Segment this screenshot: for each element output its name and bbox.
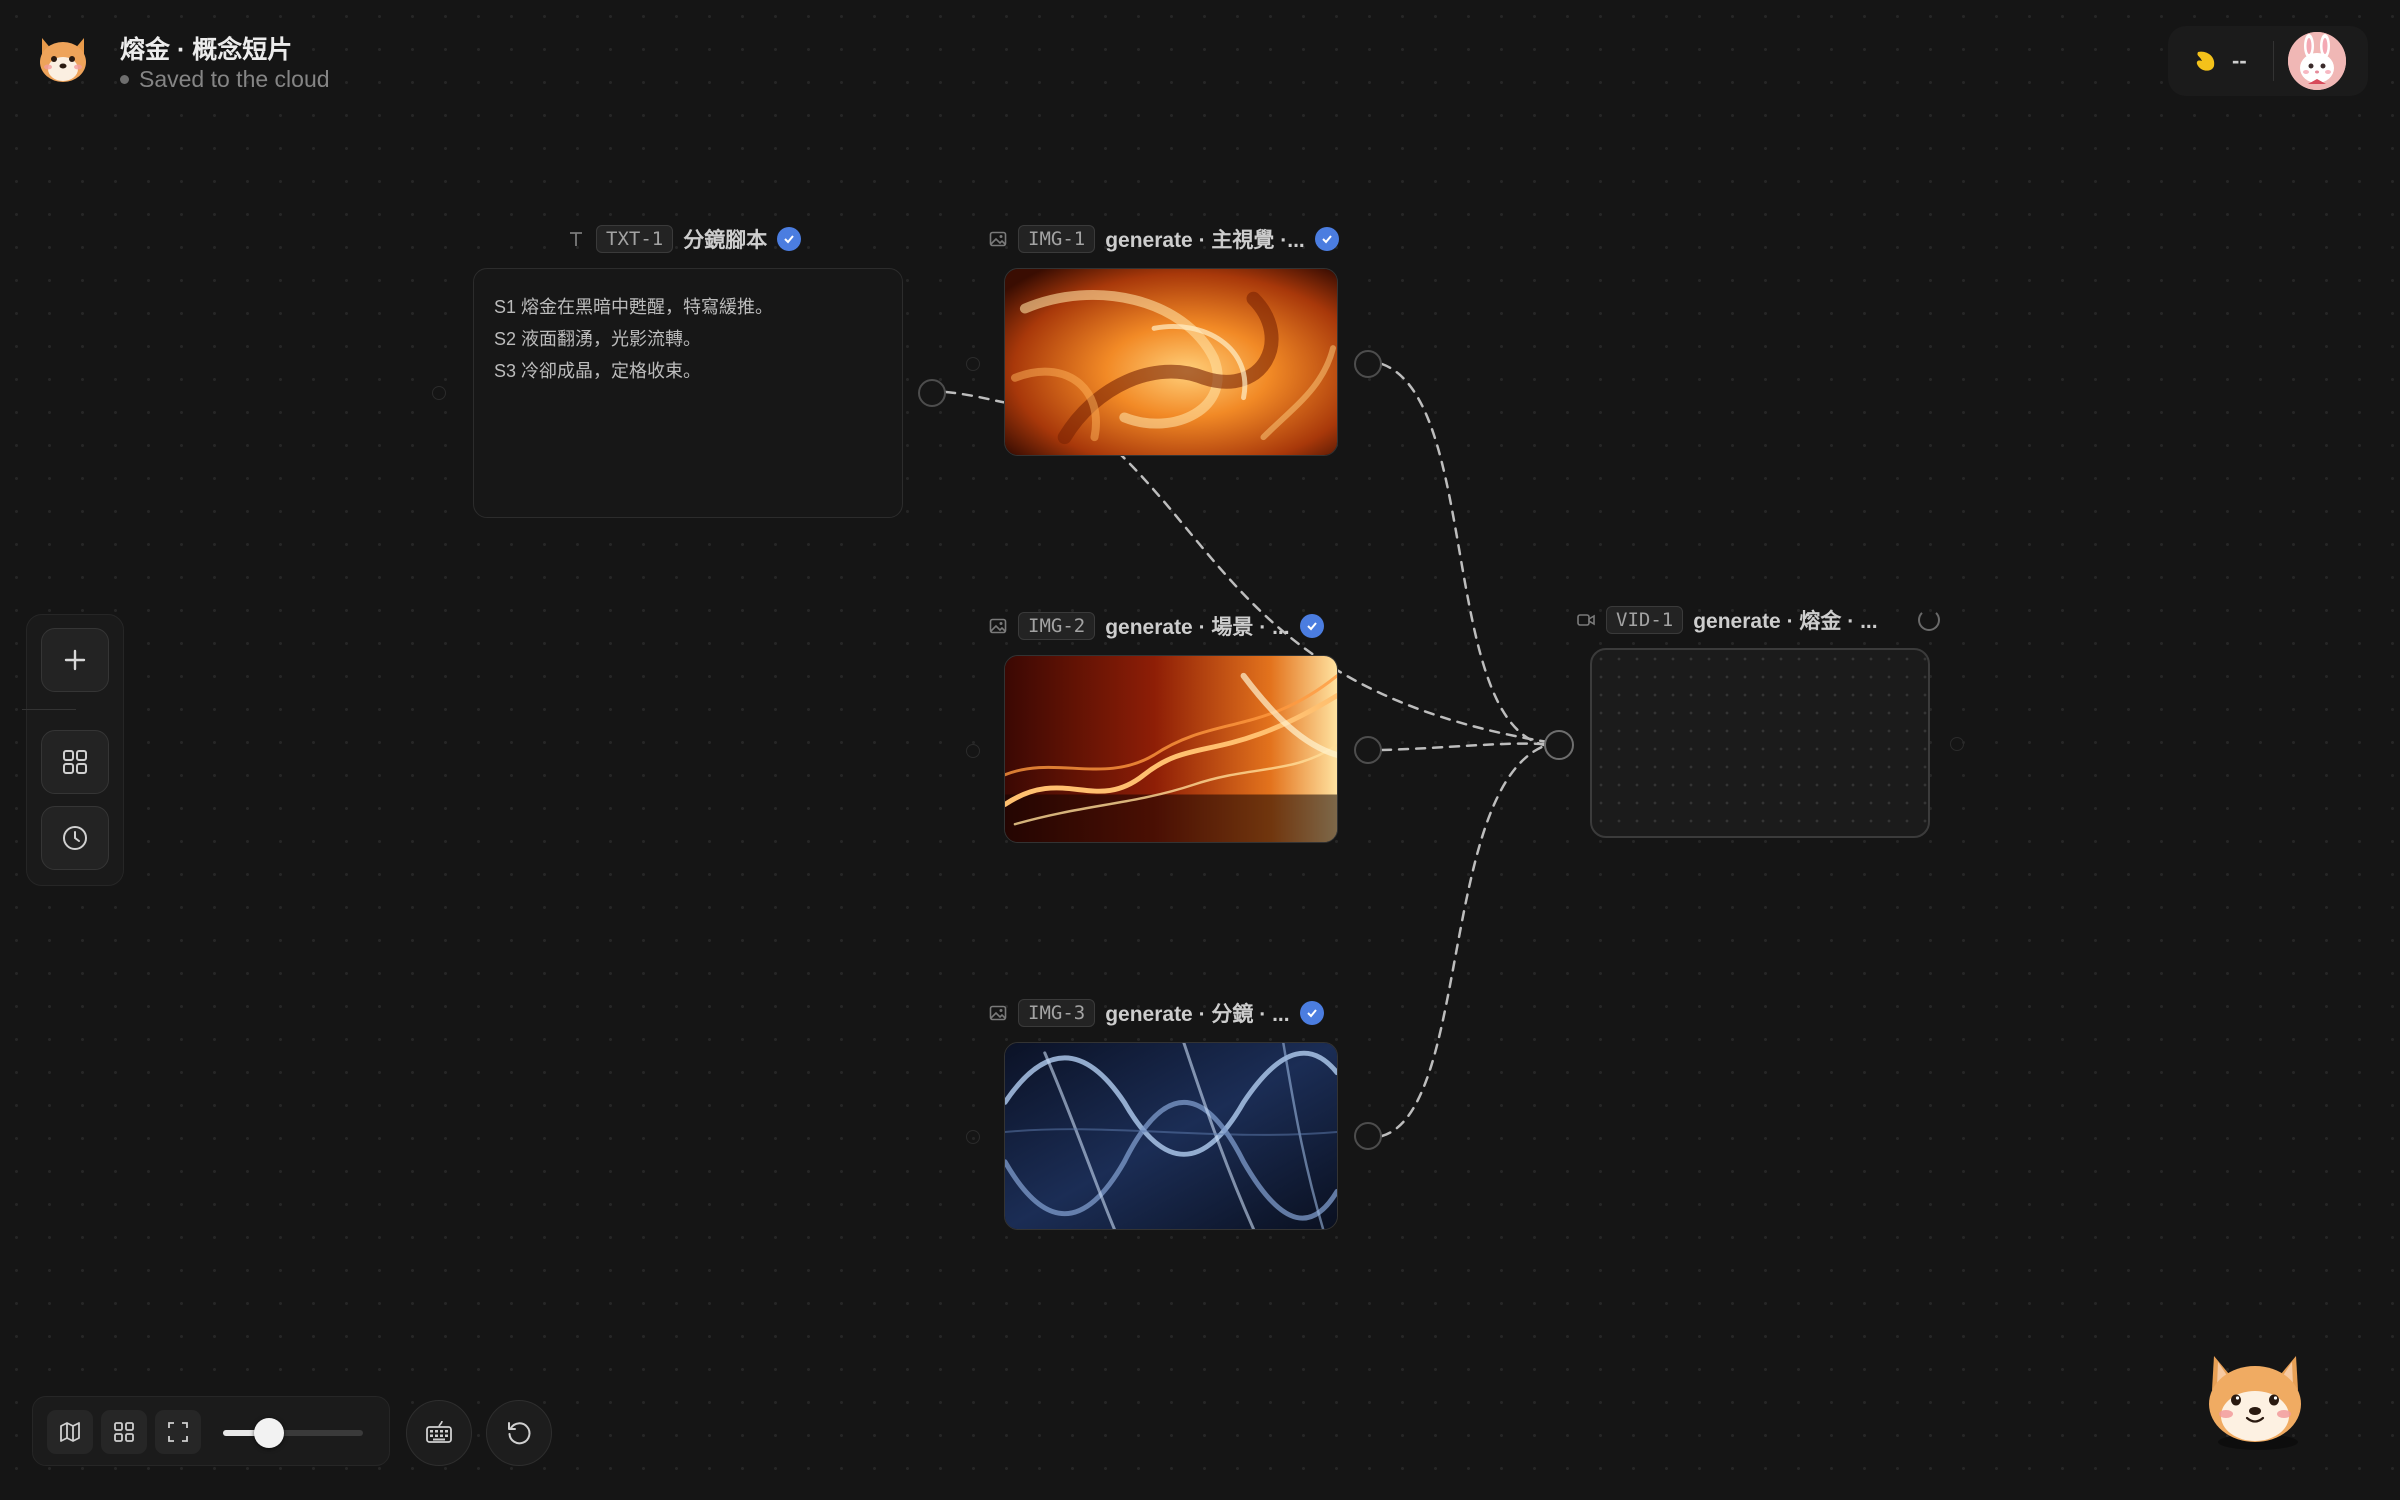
zoom-slider-thumb[interactable]: [254, 1418, 285, 1448]
script-line-3: S3 冷卻成晶，定格收束。: [494, 361, 702, 381]
history-button[interactable]: [41, 806, 109, 870]
text-type-icon: [570, 232, 582, 246]
bottom-toolbar: [32, 1396, 390, 1466]
input-port-img3[interactable]: [966, 1130, 980, 1144]
reset-view-button[interactable]: [486, 1400, 552, 1466]
node-id-badge: IMG-3: [1018, 999, 1096, 1027]
video-camera-icon: [1577, 614, 1595, 626]
project-title[interactable]: 熔金 · 概念短片: [120, 30, 292, 66]
rotate-ccw-icon: [508, 1422, 531, 1445]
user-avatar[interactable]: [2287, 32, 2346, 90]
output-port-img3[interactable]: [1354, 1122, 1382, 1150]
node-id-badge: IMG-1: [1018, 225, 1096, 253]
coin-icon: [2196, 51, 2215, 71]
keyboard-shortcuts-button[interactable]: [406, 1400, 472, 1466]
map-icon: [60, 1422, 80, 1442]
image-icon: [989, 618, 1007, 634]
completed-check-icon: [777, 227, 802, 251]
node-title: generate · 場景 · ...: [1105, 616, 1290, 639]
input-port-img2[interactable]: [966, 744, 980, 758]
completed-check-icon: [1314, 227, 1339, 251]
node-header-img2[interactable]: IMG-2 generate · 場景 · ...: [988, 610, 1324, 642]
account-panel: --: [2168, 26, 2368, 96]
output-port-img1[interactable]: [1354, 350, 1382, 378]
video-node-card-vid1[interactable]: [1590, 648, 1930, 838]
clock-icon: [63, 826, 87, 850]
save-status-text: Saved to the cloud: [139, 66, 330, 92]
save-status-dot: [120, 75, 129, 84]
toolbar-separator: [22, 709, 76, 710]
save-status: Saved to the cloud: [120, 66, 330, 93]
completed-check-icon: [1299, 614, 1324, 638]
grid-icon: [114, 1422, 134, 1442]
zoom-slider-track[interactable]: [223, 1418, 363, 1448]
node-header-txt1[interactable]: TXT-1 分鏡腳本: [566, 223, 802, 255]
credits-value: --: [2232, 48, 2247, 73]
add-node-button[interactable]: [41, 628, 109, 692]
node-title: generate · 熔金 · ...: [1693, 610, 1878, 633]
script-line-2: S2 液面翻湧，光影流轉。: [494, 329, 702, 349]
image-icon: [989, 1005, 1007, 1021]
grid-icon: [63, 750, 87, 774]
loading-spinner-icon: [1917, 609, 1940, 631]
image-icon: [989, 231, 1007, 247]
workflow-canvas[interactable]: 熔金 · 概念短片 Saved to the cloud -- TXT-1 分鏡…: [0, 0, 2400, 1500]
output-port-img2[interactable]: [1354, 736, 1382, 764]
plus-icon: [64, 649, 86, 671]
output-port-vid1[interactable]: [1950, 737, 1964, 751]
completed-check-icon: [1299, 1001, 1324, 1025]
fiery-flow-scene-image: [1005, 656, 1337, 842]
expand-icon: [168, 1422, 188, 1442]
edge-txt1-img1: [944, 390, 1010, 405]
assistant-shiba-icon[interactable]: [2200, 1346, 2310, 1456]
image-node-card-img1[interactable]: [1004, 268, 1338, 456]
image-node-card-img2[interactable]: [1004, 655, 1338, 843]
edge-img2-vid1: [1380, 742, 1546, 752]
molten-gold-swirl-image: [1005, 269, 1337, 455]
apps-button[interactable]: [41, 730, 109, 794]
node-id-badge: VID-1: [1606, 606, 1684, 634]
node-title: generate · 分鏡 · ...: [1105, 1003, 1290, 1026]
image-node-card-img3[interactable]: [1004, 1042, 1338, 1230]
node-header-vid1[interactable]: VID-1 generate · 熔金 · ...: [1576, 604, 1940, 636]
fit-view-button[interactable]: [155, 1410, 201, 1454]
credits-button[interactable]: --: [2192, 48, 2247, 74]
node-title: generate · 主視覺 ·...: [1105, 229, 1305, 252]
account-divider: [2272, 41, 2274, 81]
node-header-img1[interactable]: IMG-1 generate · 主視覺 ·...: [988, 223, 1339, 255]
input-port-vid1[interactable]: [1544, 730, 1574, 760]
node-header-img3[interactable]: IMG-3 generate · 分鏡 · ...: [988, 997, 1324, 1029]
edge-img1-vid1-b: [1380, 362, 1546, 747]
app-logo-shiba-icon[interactable]: [36, 34, 90, 84]
minimap-button[interactable]: [47, 1410, 93, 1454]
node-title: 分鏡腳本: [683, 229, 768, 252]
node-id-badge: IMG-2: [1018, 612, 1096, 640]
node-id-badge: TXT-1: [596, 225, 674, 253]
output-port-txt1[interactable]: [918, 379, 946, 407]
script-line-1: S1 熔金在黑暗中甦醒，特寫緩推。: [494, 297, 774, 317]
input-port-txt1[interactable]: [432, 386, 446, 400]
crystal-helix-image: [1005, 1043, 1337, 1229]
text-node-card[interactable]: S1 熔金在黑暗中甦醒，特寫緩推。 S2 液面翻湧，光影流轉。 S3 冷卻成晶，…: [473, 268, 903, 518]
keyboard-icon: [426, 1420, 452, 1443]
grid-layout-button[interactable]: [101, 1410, 147, 1454]
edge-img3-vid1: [1380, 744, 1546, 1138]
input-port-img1[interactable]: [966, 357, 980, 371]
